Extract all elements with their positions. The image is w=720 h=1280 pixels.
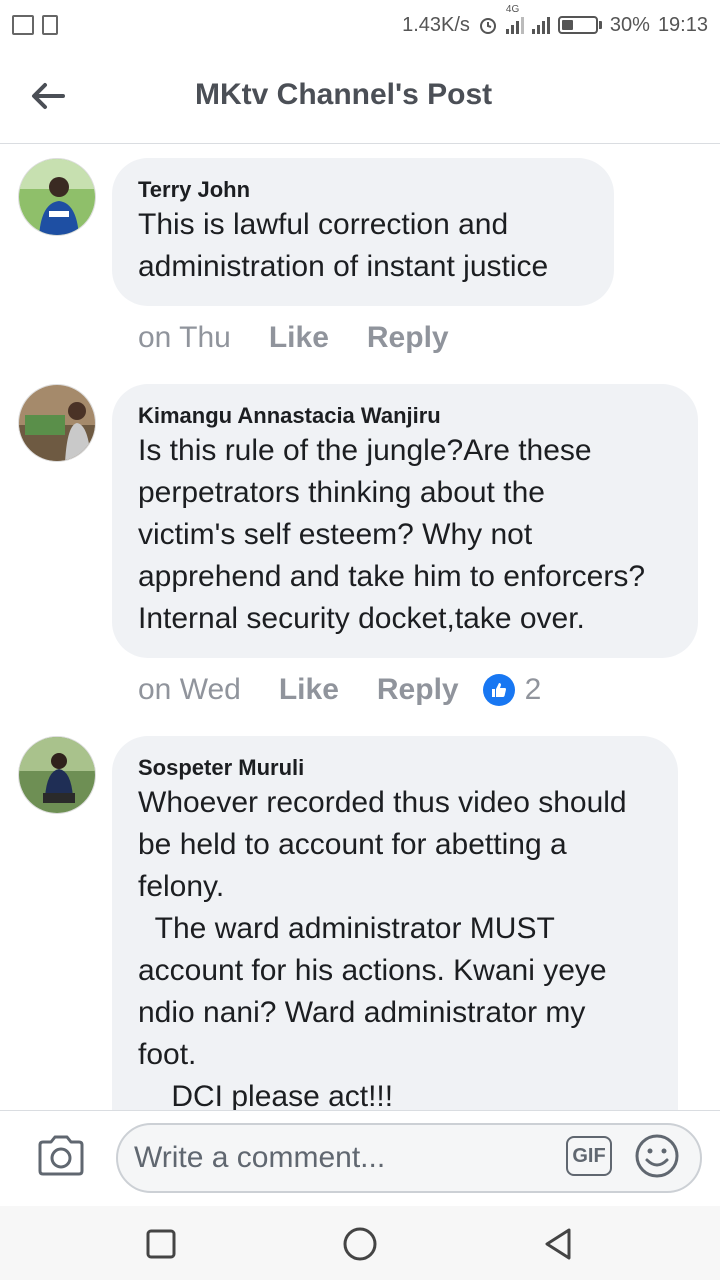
comment-author[interactable]: Sospeter Muruli	[138, 754, 652, 782]
emoji-icon	[635, 1134, 679, 1178]
comment-author[interactable]: Terry John	[138, 176, 588, 204]
avatar[interactable]	[18, 736, 96, 814]
comment-meta: on Thu Like Reply	[138, 321, 487, 355]
network-speed: 1.43K/s	[402, 13, 470, 36]
network-type: 4G	[505, 4, 520, 15]
comment-bubble[interactable]: Terry John This is lawful correction and…	[112, 158, 614, 306]
gif-button[interactable]: GIF	[566, 1136, 612, 1176]
camera-button[interactable]	[36, 1133, 86, 1177]
page-title: MKtv Channel's Post	[195, 78, 493, 111]
like-button[interactable]: Like	[269, 321, 329, 355]
recents-button[interactable]	[143, 1226, 179, 1262]
like-button[interactable]: Like	[279, 673, 339, 707]
avatar[interactable]	[18, 384, 96, 462]
comment-text: Whoever recorded thus video should be he…	[138, 786, 627, 1111]
comment-bubble[interactable]: Sospeter Muruli Whoever recorded thus vi…	[112, 736, 678, 1111]
back-arrow-icon	[32, 83, 65, 109]
cell-signal-icon	[505, 16, 524, 34]
comment-meta: on Wed Like Reply 2	[138, 673, 541, 707]
square-icon	[146, 1229, 176, 1259]
reaction-summary[interactable]: 2	[482, 673, 542, 707]
comment-time[interactable]: on Thu	[138, 321, 231, 355]
circle-icon	[343, 1227, 377, 1261]
battery-percent: 30%	[609, 13, 650, 36]
comment-bubble[interactable]: Kimangu Annastacia Wanjiru Is this rule …	[112, 384, 698, 658]
comment-text: This is lawful correction and administra…	[138, 208, 549, 283]
comment-composer: GIF	[0, 1110, 720, 1206]
reply-button[interactable]: Reply	[377, 673, 459, 707]
screenshot-icon	[12, 15, 34, 35]
comment-author[interactable]: Kimangu Annastacia Wanjiru	[138, 402, 672, 430]
camera-icon	[38, 1135, 84, 1176]
avatar[interactable]	[18, 158, 96, 236]
status-bar: 1.43K/s 4G 30% 19:13	[0, 0, 720, 50]
home-button[interactable]	[342, 1226, 378, 1262]
reaction-count: 2	[524, 673, 542, 706]
system-nav-bar	[0, 1206, 720, 1280]
comment-time[interactable]: on Wed	[138, 673, 241, 707]
comment-feed[interactable]: Terry John This is lawful correction and…	[0, 145, 720, 1111]
back-button[interactable]	[24, 72, 72, 120]
back-nav-button[interactable]	[541, 1226, 577, 1262]
alarm-icon	[479, 18, 496, 34]
thumbs-up-icon	[482, 674, 515, 706]
clock: 19:13	[657, 13, 708, 36]
sim-card-icon	[42, 15, 58, 35]
app-header: MKtv Channel's Post	[0, 50, 720, 144]
reply-button[interactable]: Reply	[367, 321, 449, 355]
emoji-button[interactable]	[634, 1133, 680, 1179]
triangle-back-icon	[545, 1228, 571, 1260]
cell-signal-2-icon	[531, 16, 550, 34]
comment-input[interactable]	[134, 1141, 564, 1175]
comment-text: Is this rule of the jungle?Are these per…	[138, 434, 645, 635]
battery-icon	[557, 16, 602, 34]
comment-input-field[interactable]: GIF	[116, 1123, 702, 1193]
